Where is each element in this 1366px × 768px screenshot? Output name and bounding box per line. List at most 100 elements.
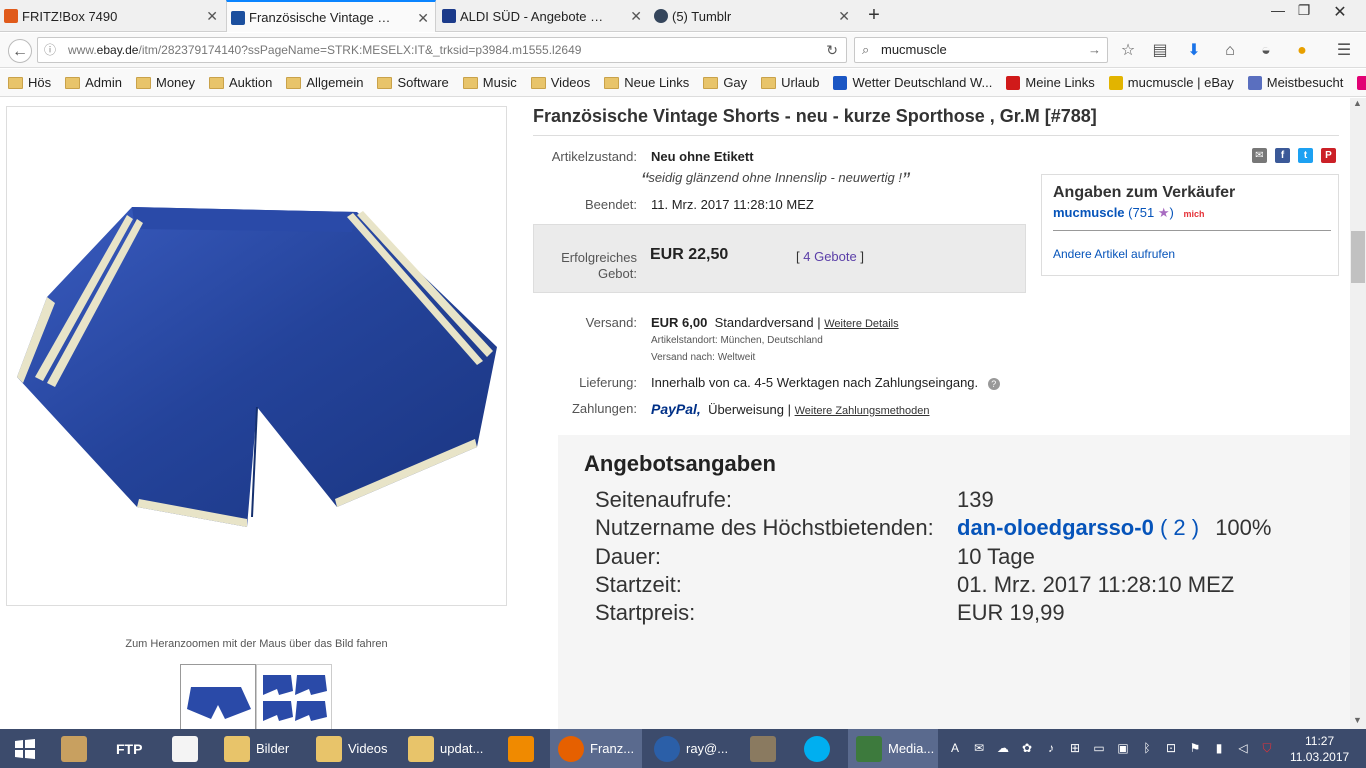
tab-title: Französische Vintage Shor... <box>249 9 399 25</box>
taskbar-item-media[interactable]: Media... <box>848 729 938 768</box>
notepad-icon <box>172 735 198 762</box>
scrollbar-thumb[interactable] <box>1351 231 1365 283</box>
vertical-scrollbar[interactable]: ▲ ▼ <box>1350 98 1366 729</box>
notepad-app-icon[interactable] <box>164 729 208 768</box>
close-window-icon[interactable]: ✕ <box>1320 2 1360 22</box>
taskbar-item-firefox[interactable]: Franz... <box>550 729 642 768</box>
search-input[interactable]: ⌕ mucmuscle → <box>854 37 1108 63</box>
product-image[interactable] <box>6 106 507 606</box>
menu-icon[interactable]: ☰ <box>1332 39 1356 63</box>
more-payment-link[interactable]: Weitere Zahlungsmethoden <box>795 405 930 417</box>
reload-icon[interactable]: ↻ <box>826 38 838 62</box>
close-tab-icon[interactable]: ✕ <box>206 8 218 25</box>
tab-tumblr[interactable]: (5) Tumblr ✕ <box>650 0 856 32</box>
bookmark-item[interactable]: Neue Links <box>604 75 689 90</box>
seller-score[interactable]: (751 <box>1128 205 1154 220</box>
tab-aldi[interactable]: ALDI SÜD - Angebote ab ... ✕ <box>438 0 648 32</box>
bookmark-item[interactable]: Music <box>462 75 517 90</box>
bookmark-item[interactable]: mucmuscle | eBay <box>1108 75 1234 90</box>
twitter-share-icon[interactable]: t <box>1298 148 1313 163</box>
search-go-icon[interactable]: → <box>1088 38 1101 62</box>
extension-icon[interactable]: ● <box>1290 39 1314 63</box>
taskbar-item-thunderbird[interactable]: ray@... <box>646 729 738 768</box>
bluetooth-icon[interactable]: ᛒ <box>1140 741 1154 755</box>
media-player-app-icon[interactable] <box>500 729 544 768</box>
system-clock[interactable]: 11:27 11.03.2017 <box>1290 733 1349 765</box>
payment-transfer: Überweisung <box>708 402 784 417</box>
app-icon[interactable] <box>742 729 786 768</box>
tray-monitor-icon[interactable]: ⊡ <box>1164 741 1178 755</box>
facebook-share-icon[interactable]: f <box>1275 148 1290 163</box>
bookmark-item[interactable]: Meine Links <box>1006 75 1095 90</box>
bookmark-item[interactable]: Gay <box>703 75 747 90</box>
bookmark-item[interactable]: Money <box>135 75 195 90</box>
home-icon[interactable]: ⌂ <box>1218 39 1242 63</box>
tray-display-icon[interactable]: ▭ <box>1092 741 1106 755</box>
bookmark-item[interactable]: Mobile Wi-Fi <box>1357 75 1366 90</box>
new-tab-icon[interactable]: + <box>862 4 886 27</box>
thumbnail-2[interactable] <box>256 664 332 729</box>
clock-date: 11.03.2017 <box>1290 750 1350 764</box>
close-tab-icon[interactable]: ✕ <box>630 8 642 25</box>
bookmark-label: Auktion <box>229 75 273 90</box>
bookmark-item[interactable]: Admin <box>65 75 122 90</box>
tray-cloud-icon[interactable]: ☁ <box>996 741 1010 755</box>
pinterest-share-icon[interactable]: P <box>1321 148 1336 163</box>
email-share-icon[interactable]: ✉ <box>1252 148 1267 163</box>
camera-app-icon[interactable] <box>52 729 96 768</box>
reading-list-icon[interactable]: ▤ <box>1148 39 1172 63</box>
folder-icon <box>703 76 719 89</box>
bidder-name-link[interactable]: dan-oloedgarsso-0 <box>957 515 1154 540</box>
back-arrow-icon[interactable]: ← <box>8 39 32 63</box>
bookmark-item[interactable]: Wetter Deutschland W... <box>833 75 992 90</box>
pocket-icon[interactable]: ◒ <box>1254 39 1278 63</box>
info-icon[interactable]: ⓘ <box>44 38 56 62</box>
tray-mail-icon[interactable]: ✉ <box>972 741 986 755</box>
tray-app-icon[interactable]: A <box>948 741 962 755</box>
bookmark-item[interactable]: Urlaub <box>761 75 819 90</box>
scroll-up-icon[interactable]: ▲ <box>1353 98 1362 108</box>
bookmark-item[interactable]: Meistbesucht <box>1247 75 1343 90</box>
firefox-icon <box>558 735 584 762</box>
help-icon[interactable]: ? <box>987 378 1000 390</box>
close-tab-icon[interactable]: ✕ <box>417 10 429 27</box>
battery-icon[interactable]: ▮ <box>1212 741 1226 755</box>
tray-volume-icon[interactable]: ♪ <box>1044 741 1058 755</box>
shipping-details-link[interactable]: Weitere Details <box>824 318 898 330</box>
bookmark-item[interactable]: Videos <box>530 75 590 90</box>
url-bar[interactable]: ⓘ www.ebay.de/itm/282379174140?ssPageNam… <box>37 37 847 63</box>
bookmark-star-icon[interactable]: ☆ <box>1116 39 1140 63</box>
thumbnail-1[interactable] <box>180 664 256 729</box>
other-items-link[interactable]: Andere Artikel aufrufen <box>1053 247 1175 261</box>
shipping-price: EUR 6,00 <box>651 315 708 330</box>
speaker-icon[interactable]: ◁ <box>1236 741 1250 755</box>
taskbar-item-update[interactable]: updat... <box>400 729 496 768</box>
taskbar-item-bilder[interactable]: Bilder <box>216 729 304 768</box>
download-icon[interactable]: ⬇ <box>1182 39 1206 63</box>
skype-app-icon[interactable] <box>796 729 840 768</box>
scroll-down-icon[interactable]: ▼ <box>1353 715 1362 725</box>
aldi-favicon-icon <box>442 9 456 23</box>
tab-fritzbox[interactable]: FRITZ!Box 7490 ✕ <box>0 0 224 32</box>
start-button[interactable] <box>0 729 50 768</box>
navigation-toolbar: ← ⓘ www.ebay.de/itm/282379174140?ssPageN… <box>0 33 1366 68</box>
bidder-score[interactable]: ( 2 ) <box>1160 515 1199 540</box>
bookmark-item[interactable]: Allgemein <box>286 75 363 90</box>
restore-icon[interactable]: ❐ <box>1284 2 1324 19</box>
tab-ebay-active[interactable]: Französische Vintage Shor... ✕ <box>226 0 436 32</box>
action-center-flag-icon[interactable]: ⚑ <box>1188 741 1202 755</box>
tray-leaf-icon[interactable]: ✿ <box>1020 741 1034 755</box>
close-tab-icon[interactable]: ✕ <box>838 8 850 25</box>
ftp-app[interactable]: FTP <box>106 729 156 768</box>
bookmark-item[interactable]: Hös <box>8 75 51 90</box>
seller-heading: Angaben zum Verkäufer <box>1053 184 1236 201</box>
bookmark-item[interactable]: Software <box>377 75 449 90</box>
seller-name-link[interactable]: mucmuscle <box>1053 205 1125 220</box>
bookmark-label: Gay <box>723 75 748 90</box>
tray-network-icon[interactable]: ⊞ <box>1068 741 1082 755</box>
tray-device-icon[interactable]: ▣ <box>1116 741 1130 755</box>
bids-count-link[interactable]: 4 Gebote <box>803 249 857 264</box>
bookmark-item[interactable]: Auktion <box>209 75 272 90</box>
taskbar-item-videos[interactable]: Videos <box>308 729 396 768</box>
security-shield-icon[interactable]: ⛉ <box>1260 741 1274 755</box>
